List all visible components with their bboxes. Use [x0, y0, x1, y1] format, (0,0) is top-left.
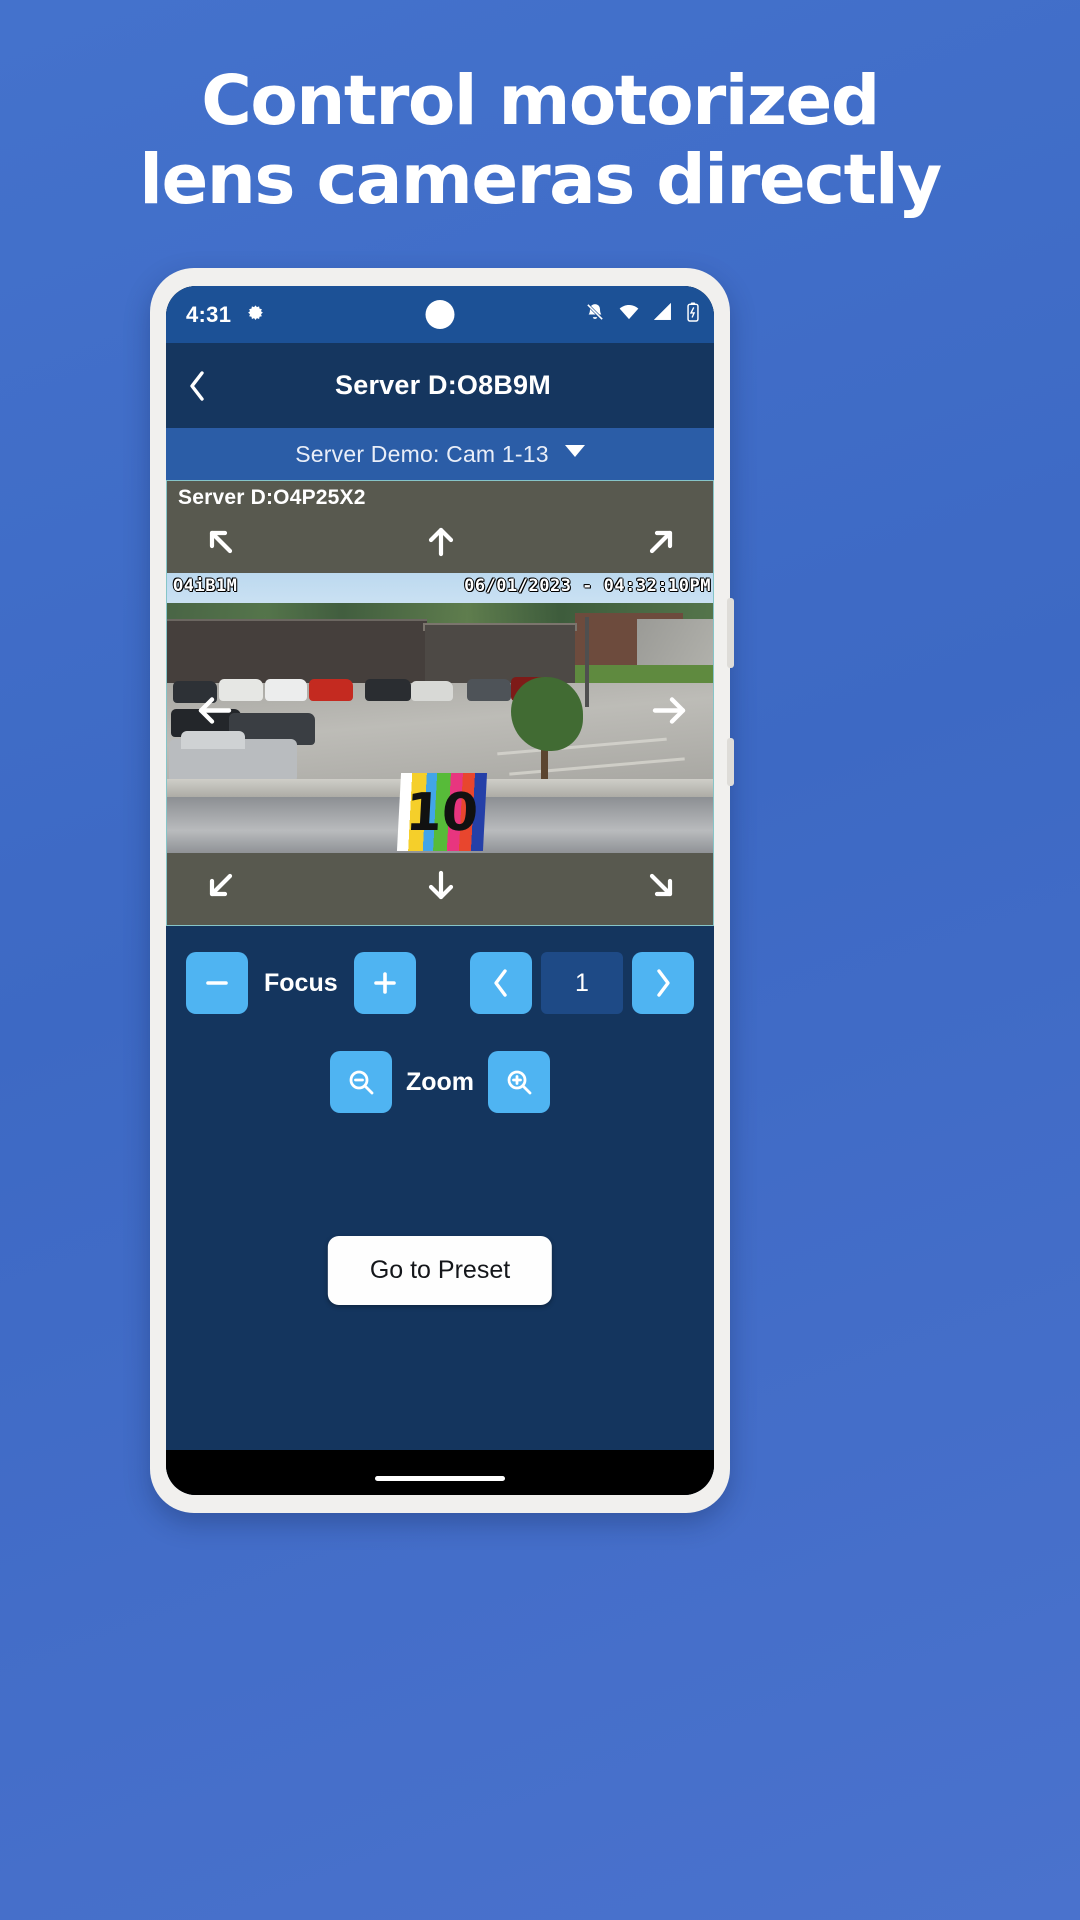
- notifications-off-icon: [585, 302, 605, 327]
- front-camera-punch-hole: [425, 300, 455, 329]
- promo-headline: Control motorized lens cameras directly: [0, 62, 1080, 220]
- preset-value-field[interactable]: 1: [541, 952, 623, 1014]
- ptz-up-right-button[interactable]: [641, 522, 681, 567]
- controls-panel: Focus 1 Zoom Go to Preset: [166, 926, 714, 1450]
- scene-car: [365, 679, 411, 701]
- camera-selector-dropdown[interactable]: Server Demo: Cam 1-13: [166, 428, 714, 480]
- headline-line-1: Control motorized: [201, 61, 880, 141]
- video-stream[interactable]: 10 O4iB1M 06/01/2023 - 04:32:10PM: [167, 573, 713, 853]
- scene-car: [411, 681, 453, 701]
- battery-charging-icon: [686, 301, 700, 328]
- focus-control-row: Focus 1: [166, 952, 714, 1014]
- preset-stepper: 1: [470, 952, 694, 1014]
- ptz-down-right-button[interactable]: [641, 865, 681, 910]
- scene-car: [309, 679, 353, 701]
- ptz-right-button[interactable]: [647, 689, 691, 738]
- ptz-down-button[interactable]: [421, 865, 461, 910]
- scene-pole: [585, 617, 589, 707]
- focus-increase-button[interactable]: [353, 952, 416, 1014]
- ptz-up-left-button[interactable]: [201, 522, 241, 567]
- ptz-left-button[interactable]: [193, 689, 237, 738]
- back-button[interactable]: [166, 368, 228, 404]
- gear-icon: [245, 304, 266, 325]
- status-bar-icons: [585, 301, 700, 328]
- video-overlay-camera-id: O4iB1M: [173, 576, 238, 596]
- camera-selector-label: Server Demo: Cam 1-13: [295, 440, 549, 467]
- go-to-preset-button[interactable]: Go to Preset: [327, 1236, 553, 1305]
- focus-label: Focus: [264, 968, 338, 997]
- ptz-down-left-button[interactable]: [201, 865, 241, 910]
- page-title: Server D:O8B9M: [335, 370, 551, 400]
- headline-line-2: lens cameras directly: [139, 140, 942, 220]
- phone-power-button[interactable]: [727, 738, 734, 786]
- phone-volume-button[interactable]: [727, 598, 734, 668]
- status-bar: 4:31: [166, 286, 714, 343]
- ptz-up-button[interactable]: [421, 522, 461, 567]
- video-overlay-timestamp: 06/01/2023 - 04:32:10PM: [464, 576, 711, 596]
- ptz-top-row: [167, 514, 714, 574]
- app-screen: 4:31 Server D:O8B9M Server Demo: Cam 1-1…: [166, 286, 714, 1495]
- android-nav-bar: [166, 1450, 714, 1495]
- camera-name-label: Server D:O4P25X2: [178, 486, 366, 509]
- app-bar: Server D:O8B9M: [166, 343, 714, 428]
- preset-next-button[interactable]: [632, 952, 694, 1014]
- zoom-label: Zoom: [405, 1067, 475, 1096]
- scene-tree: [511, 677, 583, 751]
- preset-previous-button[interactable]: [470, 952, 532, 1014]
- home-indicator[interactable]: [375, 1476, 505, 1481]
- focus-decrease-button[interactable]: [186, 952, 248, 1014]
- status-bar-time: 4:31: [186, 301, 232, 327]
- scene-building-left: [167, 621, 427, 687]
- zoom-control-row: Zoom: [166, 1051, 714, 1113]
- camera-view-panel: Server D:O4P25X2 10 O4iB1M 06/01/2023 - …: [166, 480, 714, 926]
- wifi-icon: [618, 302, 640, 327]
- chart-number-label: 10: [404, 783, 480, 843]
- scene-car: [265, 679, 307, 701]
- color-test-chart: 10: [396, 773, 488, 851]
- phone-screen-container: 4:31 Server D:O8B9M Server Demo: Cam 1-1…: [166, 286, 714, 1495]
- zoom-in-button[interactable]: [488, 1051, 551, 1113]
- phone-mockup: 4:31 Server D:O8B9M Server Demo: Cam 1-1…: [150, 268, 734, 1513]
- signal-icon: [653, 302, 673, 327]
- chevron-down-icon: [564, 445, 585, 463]
- zoom-out-button[interactable]: [329, 1051, 392, 1113]
- scene-car: [467, 679, 511, 701]
- ptz-bottom-row: [167, 857, 714, 917]
